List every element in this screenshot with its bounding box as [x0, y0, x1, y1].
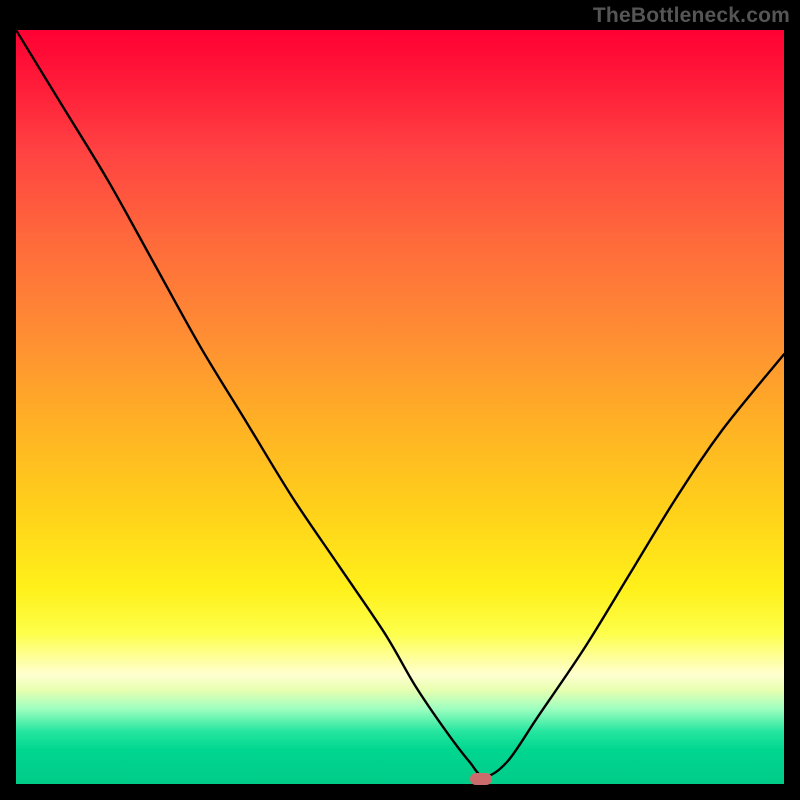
bottleneck-curve	[16, 30, 784, 784]
optimum-marker	[470, 773, 492, 785]
watermark-text: TheBottleneck.com	[593, 4, 790, 28]
chart-stage: TheBottleneck.com	[0, 0, 800, 800]
plot-area	[16, 30, 784, 784]
